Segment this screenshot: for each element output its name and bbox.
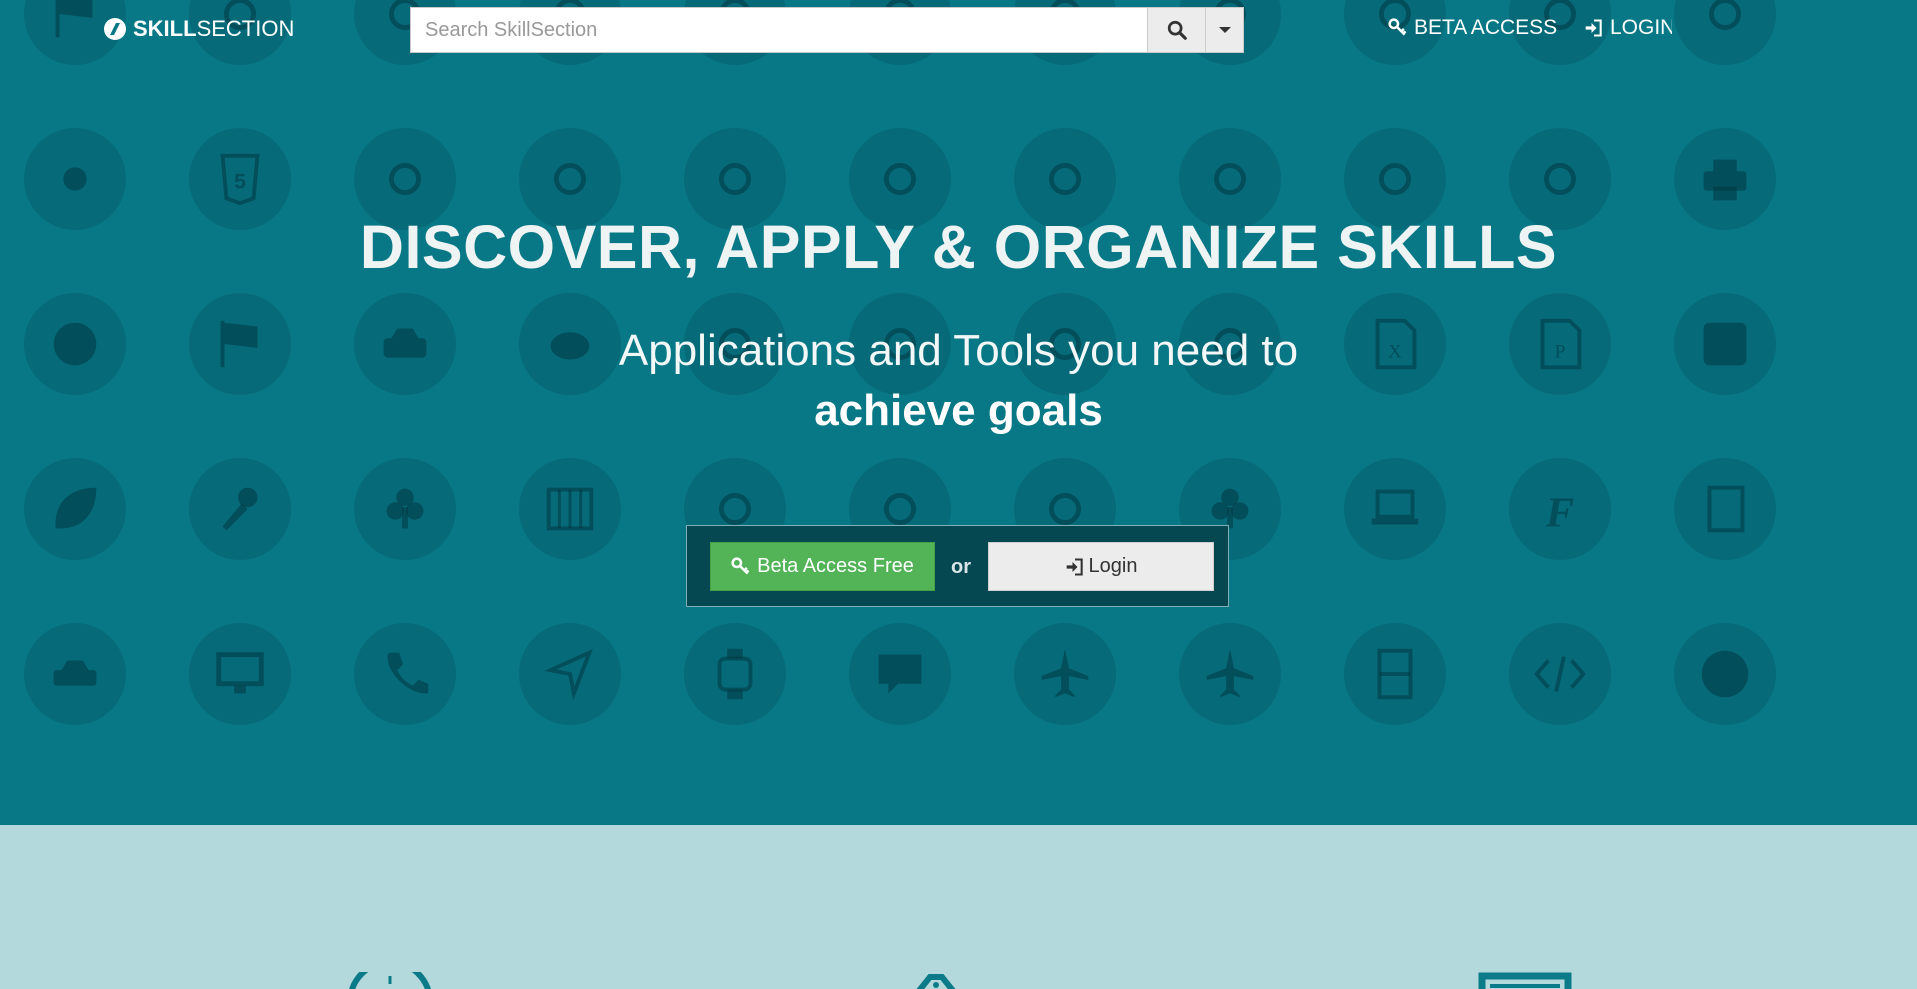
leaf-icon bbox=[24, 458, 126, 560]
brand-name-bold: SKILL bbox=[133, 16, 197, 41]
compass-feature-icon bbox=[349, 972, 431, 989]
sign-in-icon bbox=[1585, 19, 1602, 37]
skillsection-logo-icon bbox=[104, 18, 126, 40]
desktop-icon bbox=[189, 623, 291, 725]
svg-text:F: F bbox=[1545, 489, 1574, 536]
search-bar bbox=[410, 7, 1244, 53]
hero-section: 5XPF SKILL SECTION Search SkillSection B… bbox=[0, 0, 1917, 825]
smartwatch-icon bbox=[684, 623, 786, 725]
book-icon bbox=[1674, 458, 1776, 560]
hero-emphasis: achieve goals bbox=[814, 386, 1103, 435]
piano-icon bbox=[519, 458, 621, 560]
svg-text:5: 5 bbox=[234, 170, 246, 194]
key-icon bbox=[1388, 18, 1407, 36]
plane-icon bbox=[1179, 623, 1281, 725]
hero-headline: DISCOVER, APPLY & ORGANIZE SKILLS bbox=[359, 213, 1558, 281]
key-icon bbox=[731, 556, 750, 575]
or-separator: or bbox=[951, 556, 971, 578]
search-icon bbox=[1167, 20, 1187, 40]
location-arrow-icon bbox=[519, 623, 621, 725]
beta-access-button[interactable]: Beta Access Free bbox=[710, 542, 935, 591]
nav-login-link[interactable]: LOGIN bbox=[1584, 16, 1672, 40]
search-options-dropdown[interactable] bbox=[1205, 8, 1243, 52]
phone-icon bbox=[354, 623, 456, 725]
nav-beta-access-link[interactable]: BETA ACCESS bbox=[1388, 16, 1558, 40]
clock-icon bbox=[1674, 623, 1776, 725]
search-input[interactable] bbox=[411, 8, 1147, 52]
cta-panel: Beta Access Free or Login bbox=[686, 525, 1229, 607]
beta-access-button-label: Beta Access Free bbox=[757, 555, 914, 577]
brand-name-light: SECTION bbox=[196, 16, 295, 41]
caret-down-icon bbox=[1218, 27, 1231, 33]
chat-icon bbox=[849, 623, 951, 725]
tag-feature-icon bbox=[916, 974, 956, 989]
car-icon bbox=[24, 623, 126, 725]
font-icon: F bbox=[1509, 458, 1611, 560]
filing-cabinet-icon bbox=[1344, 623, 1446, 725]
brand-logo-link[interactable]: SKILL SECTION bbox=[103, 16, 294, 42]
login-button-label: Login bbox=[1088, 555, 1138, 577]
search-button[interactable] bbox=[1147, 8, 1205, 52]
hero-subheadline: Applications and Tools you need to bbox=[618, 326, 1299, 375]
plane-icon bbox=[1014, 623, 1116, 725]
login-button[interactable]: Login bbox=[988, 542, 1214, 591]
nav-beta-access-label: BETA ACCESS bbox=[1414, 16, 1558, 39]
nav-login-label: LOGIN bbox=[1610, 16, 1672, 39]
laptop-icon bbox=[1344, 458, 1446, 560]
browser-window-feature-icon bbox=[1478, 972, 1572, 989]
code-icon bbox=[1509, 623, 1611, 725]
sign-in-icon bbox=[1066, 557, 1083, 576]
club-icon bbox=[354, 458, 456, 560]
top-navbar: SKILLSECTION BETA ACCESS bbox=[0, 0, 1917, 58]
microphone-icon bbox=[189, 458, 291, 560]
